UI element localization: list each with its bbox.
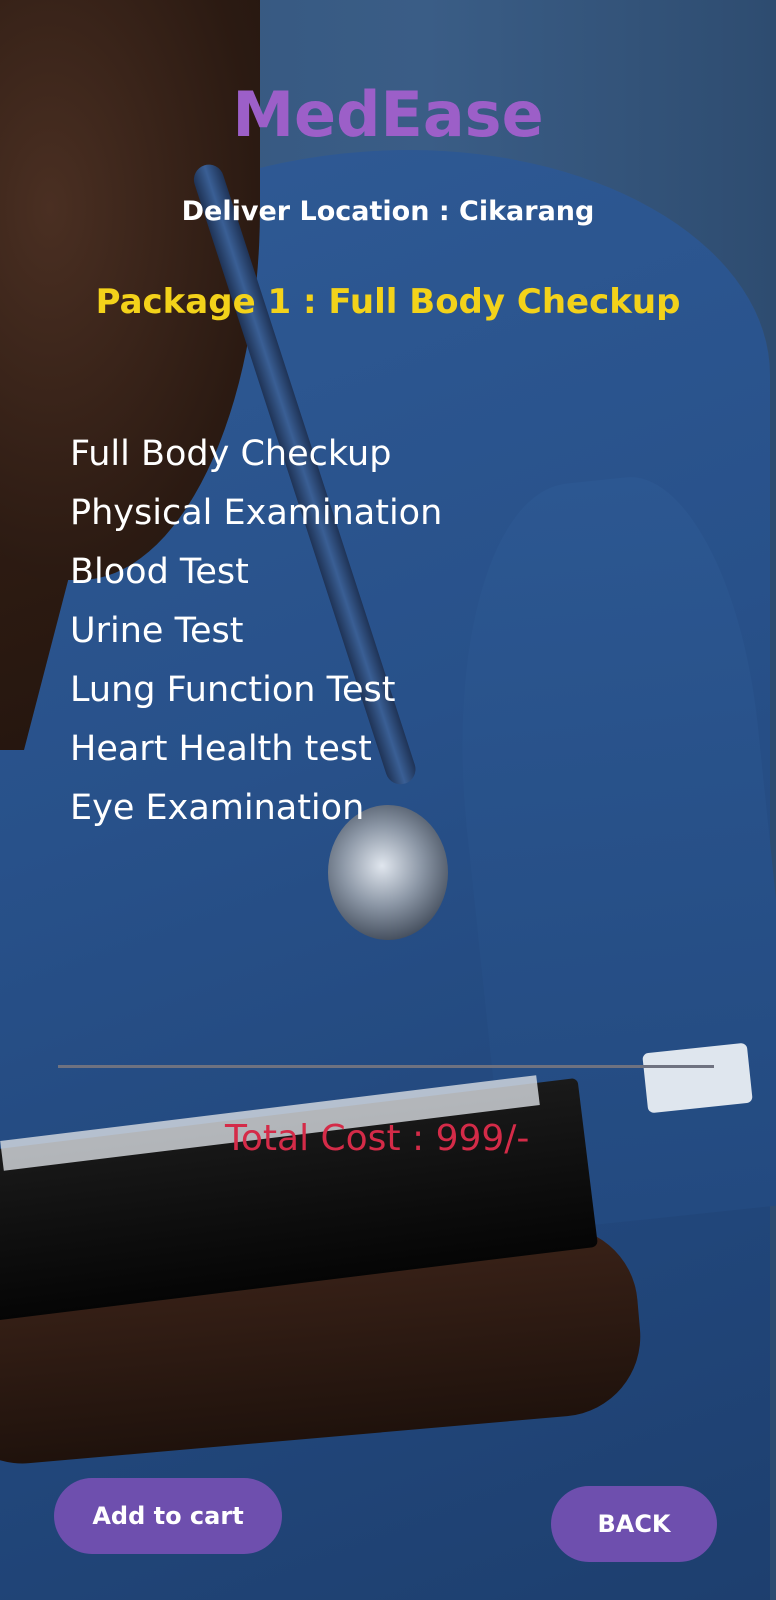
list-item: Urine Test [70, 611, 244, 651]
list-item: Full Body Checkup [70, 434, 392, 474]
delivery-location: Deliver Location : Cikarang [181, 196, 595, 227]
package-detail-screen: MedEase Deliver Location : Cikarang Pack… [0, 0, 776, 1600]
list-item: Physical Examination [70, 493, 443, 533]
list-item: Eye Examination [70, 788, 365, 828]
back-button[interactable]: BACK [551, 1486, 717, 1562]
add-to-cart-button[interactable]: Add to cart [54, 1478, 282, 1554]
app-title: MedEase [232, 78, 544, 151]
total-cost: Total Cost : 999/- [225, 1118, 530, 1159]
package-title: Package 1 : Full Body Checkup [95, 282, 681, 322]
content-overlay: MedEase Deliver Location : Cikarang Pack… [0, 0, 776, 1600]
divider [58, 1065, 714, 1068]
list-item: Blood Test [70, 552, 249, 592]
list-item: Heart Health test [70, 729, 372, 769]
list-item: Lung Function Test [70, 670, 396, 710]
test-list: Full Body Checkup Physical Examination B… [70, 425, 442, 838]
